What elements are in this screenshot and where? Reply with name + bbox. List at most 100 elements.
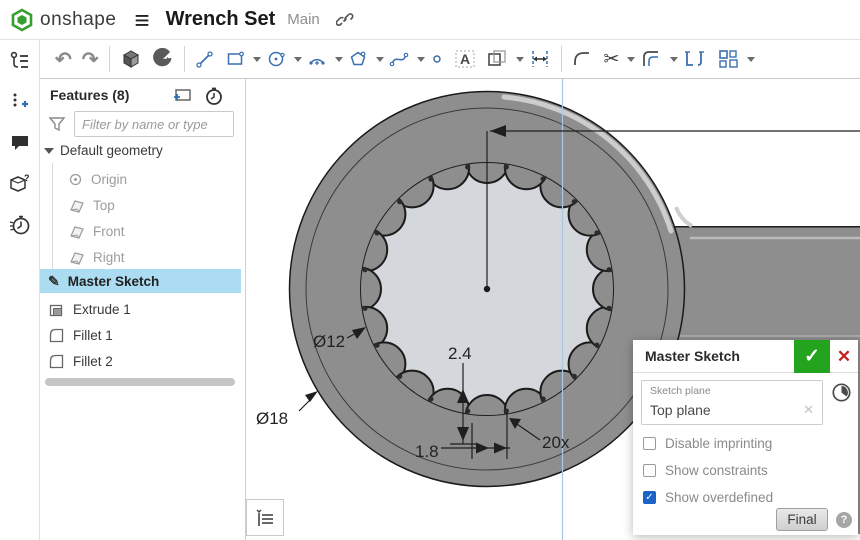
checkbox-disable-imprinting[interactable]: Disable imprinting <box>643 436 772 451</box>
feature-fillet-2[interactable]: Fillet 2 <box>40 349 241 373</box>
toolbar-divider <box>184 46 185 72</box>
pattern-dropdown-caret[interactable] <box>747 57 755 62</box>
dim-outer-diameter[interactable]: Ø18 <box>256 409 288 428</box>
onshape-logo[interactable]: onshape <box>10 8 116 32</box>
rectangle-tool-icon[interactable] <box>220 46 250 72</box>
check-icon: ✓ <box>804 345 820 368</box>
rollback-clock-icon[interactable] <box>831 382 852 408</box>
polygon-tool-icon[interactable] <box>343 46 373 72</box>
spline-dropdown-caret[interactable] <box>417 57 425 62</box>
sketch-text-icon[interactable]: A <box>449 46 481 72</box>
rollback-history-icon[interactable] <box>204 86 224 111</box>
tree-item-origin[interactable]: Origin <box>68 167 127 191</box>
toolbar-divider <box>109 46 110 72</box>
filter-input[interactable] <box>74 111 234 137</box>
use-project-dropdown-caret[interactable] <box>516 57 524 62</box>
trim-icon[interactable]: ✂ <box>599 46 625 72</box>
undo-icon[interactable]: ↶ <box>50 46 77 72</box>
checkbox-show-overdefined[interactable]: ✓ Show overdefined <box>643 490 773 505</box>
checkbox-show-constraints[interactable]: Show constraints <box>643 463 768 478</box>
insert-feature-folder-icon[interactable] <box>172 86 192 109</box>
left-rail: ? <box>0 40 40 540</box>
feature-extrude-1[interactable]: Extrude 1 <box>40 297 241 321</box>
plane-icon <box>68 250 85 265</box>
default-geometry-group[interactable]: Default geometry <box>44 143 163 158</box>
offset-dropdown-caret[interactable] <box>670 57 678 62</box>
sketch-plane-field[interactable]: Sketch plane Top plane ✕ <box>641 380 823 425</box>
close-icon: ✕ <box>837 347 851 367</box>
onshape-logo-icon <box>10 8 34 32</box>
origin-icon <box>68 172 83 187</box>
history-icon[interactable] <box>8 212 32 238</box>
tree-item-label: Top <box>93 198 115 213</box>
tree-item-right-plane[interactable]: Right <box>68 245 125 269</box>
use-project-icon[interactable] <box>481 46 513 72</box>
polygon-dropdown-caret[interactable] <box>376 57 384 62</box>
extrude-icon[interactable] <box>115 46 147 72</box>
insert-item-icon[interactable] <box>9 89 31 115</box>
help-glyph: ? <box>841 514 848 526</box>
wrench-head[interactable] <box>290 92 693 487</box>
pencil-icon: ✎ <box>48 273 60 290</box>
versions-graph-icon[interactable] <box>9 48 31 74</box>
dim-notch-count[interactable]: 20x <box>542 433 570 452</box>
feature-label: Master Sketch <box>68 274 160 289</box>
tree-item-label: Origin <box>91 172 127 187</box>
arc-tool-icon[interactable] <box>302 46 332 72</box>
dim-notch-spacing[interactable]: 1.8 <box>415 442 439 461</box>
spline-tool-icon[interactable] <box>384 46 414 72</box>
horizontal-scrollbar[interactable] <box>45 378 235 386</box>
list-icon <box>254 507 276 529</box>
final-button[interactable]: Final <box>776 508 828 531</box>
onshape-app: onshape ≡ Wrench Set Main ↶ ↷ <box>0 0 860 540</box>
dimension-icon[interactable] <box>524 46 556 72</box>
filter-funnel-icon[interactable] <box>48 115 66 133</box>
feature-label: Fillet 1 <box>73 328 113 343</box>
branch-name[interactable]: Main <box>287 11 320 28</box>
circle-tool-icon[interactable] <box>261 46 291 72</box>
clear-selection-icon[interactable]: ✕ <box>803 402 814 418</box>
tree-item-label: Front <box>93 224 125 239</box>
sketch-plane-label: Sketch plane <box>650 385 711 397</box>
help-icon[interactable]: ? <box>836 512 852 528</box>
rectangle-dropdown-caret[interactable] <box>253 57 261 62</box>
sketch-fillet-icon[interactable] <box>567 46 599 72</box>
checkbox-icon[interactable] <box>643 464 656 477</box>
offset-icon[interactable] <box>635 46 667 72</box>
trim-dropdown-caret[interactable] <box>627 57 635 62</box>
sketch-plane-value: Top plane <box>650 402 711 418</box>
tree-item-top-plane[interactable]: Top <box>68 193 115 217</box>
tree-connector <box>52 163 53 279</box>
feature-master-sketch[interactable]: ✎ Master Sketch <box>40 269 241 293</box>
dim-inner-diameter[interactable]: Ø12 <box>313 332 345 351</box>
cancel-button[interactable]: ✕ <box>830 340 858 373</box>
revolve-icon[interactable] <box>147 46 179 72</box>
tree-item-front-plane[interactable]: Front <box>68 219 125 243</box>
feature-fillet-1[interactable]: Fillet 1 <box>40 323 241 347</box>
sketch-pattern-icon[interactable] <box>712 46 744 72</box>
features-panel: Features (8) Default geometry Origin Top… <box>40 79 246 540</box>
share-link-icon[interactable] <box>336 11 354 29</box>
text-tool-glyph: A <box>460 51 470 67</box>
inspect-dimensions-icon[interactable] <box>678 46 712 72</box>
circle-dropdown-caret[interactable] <box>294 57 302 62</box>
fillet-highlight <box>676 207 692 226</box>
redo-icon[interactable]: ↷ <box>77 46 104 72</box>
learning-help-icon[interactable]: ? <box>8 171 32 197</box>
arc-dropdown-caret[interactable] <box>335 57 343 62</box>
plane-icon <box>68 224 85 239</box>
checkbox-icon[interactable] <box>643 437 656 450</box>
plane-icon <box>68 198 85 213</box>
sketch-list-button[interactable] <box>246 499 284 536</box>
dim-notch-diameter[interactable]: 2.4 <box>448 344 472 363</box>
checkbox-icon[interactable]: ✓ <box>643 491 656 504</box>
point-tool-icon[interactable] <box>425 46 449 72</box>
main-menu-icon[interactable]: ≡ <box>134 7 149 33</box>
comments-icon[interactable] <box>9 130 31 156</box>
line-tool-icon[interactable] <box>190 46 220 72</box>
checkbox-label: Show constraints <box>665 463 768 478</box>
accept-button[interactable]: ✓ <box>794 340 830 373</box>
sketch-dialog: Master Sketch ✓ ✕ Sketch plane Top plane… <box>633 340 858 535</box>
features-panel-title: Features (8) <box>50 87 129 103</box>
chevron-down-icon[interactable] <box>44 148 54 154</box>
